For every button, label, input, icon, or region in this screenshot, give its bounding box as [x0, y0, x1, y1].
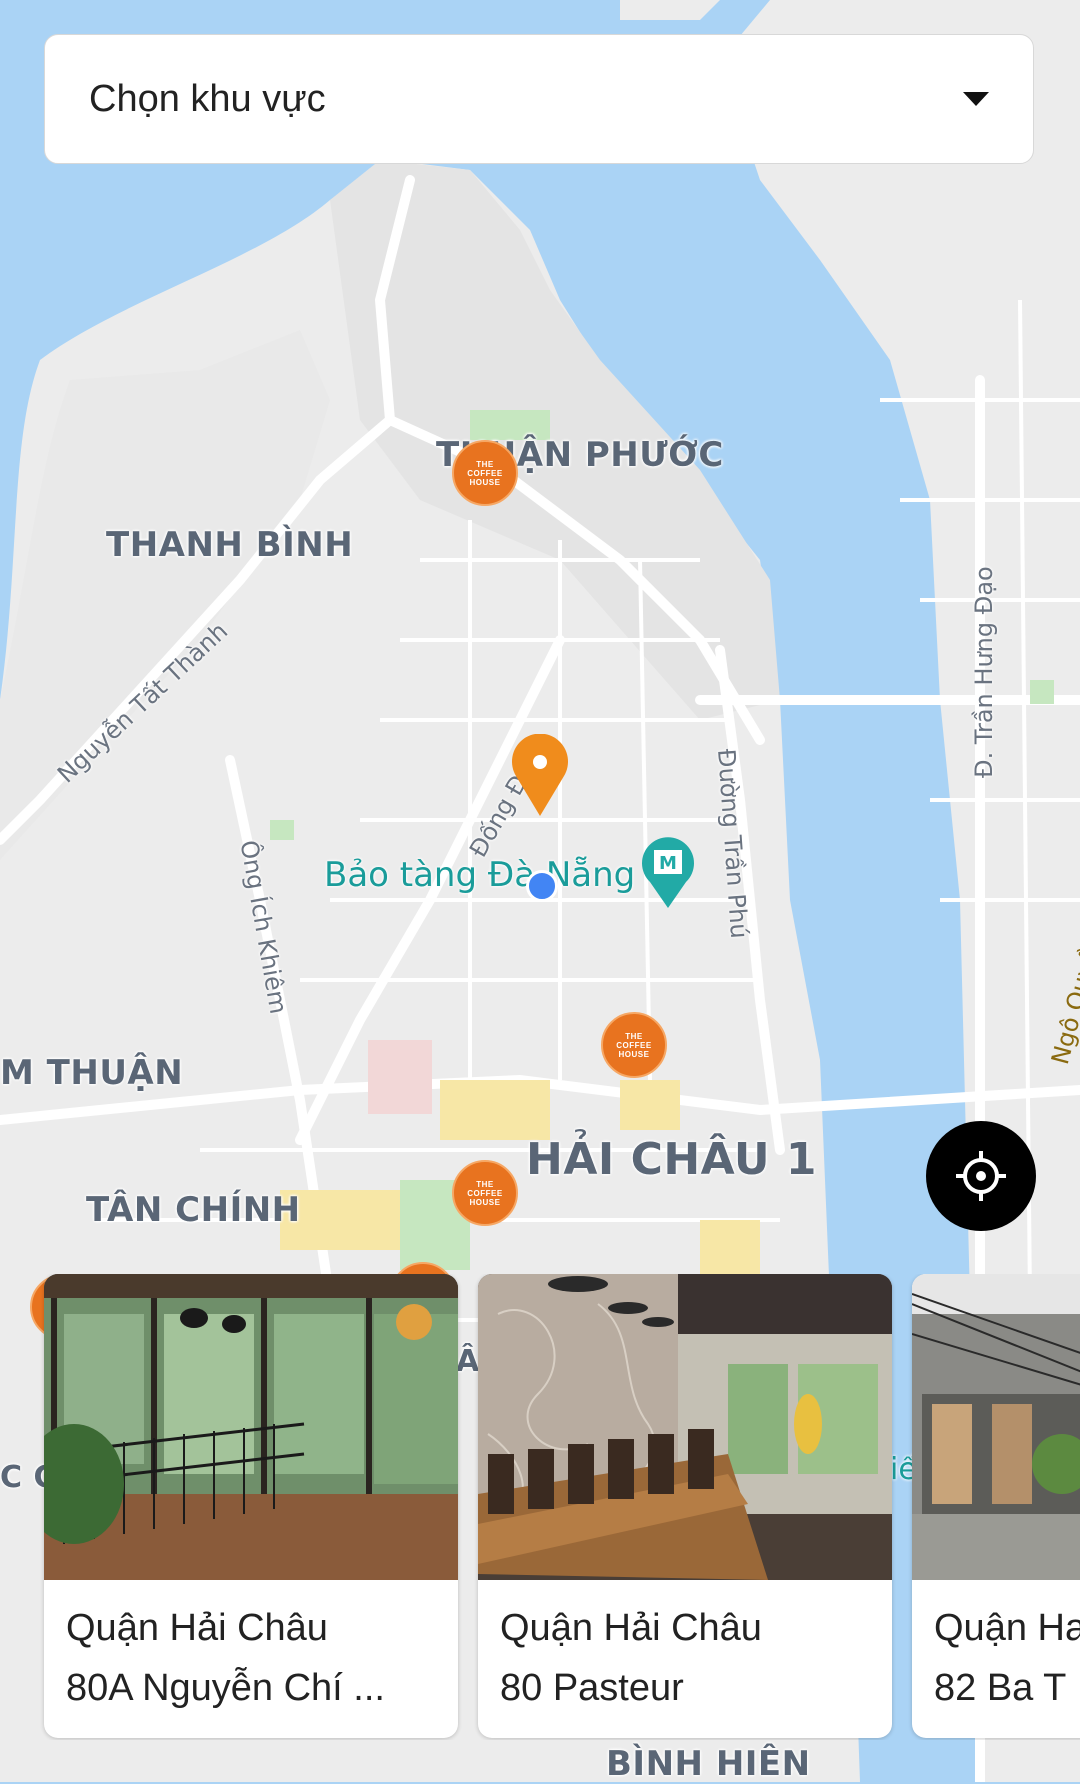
store-photo	[44, 1274, 458, 1580]
district-label-binh-hien: BÌNH HIÊN	[606, 1744, 811, 1784]
museum-icon[interactable]: M	[640, 834, 696, 910]
svg-text:M: M	[659, 853, 677, 874]
store-photo	[478, 1274, 892, 1580]
store-card[interactable]: Quận Hải Châu 80A Nguyễn Chí ...	[44, 1274, 458, 1738]
store-pin-icon[interactable]: THECOFFEEHOUSE	[601, 1012, 667, 1078]
store-card[interactable]: Quận Ha 82 Ba T	[912, 1274, 1080, 1738]
logo-text: COFFEE	[467, 1188, 503, 1198]
my-location-button[interactable]	[926, 1121, 1036, 1231]
poi-label-bao-tang-da-nang: Bảo tàng Đà Nẵng	[324, 855, 636, 895]
logo-text: COFFEE	[616, 1040, 652, 1050]
store-photo	[912, 1274, 1080, 1580]
district-label-m-thuan: M THUẬN	[0, 1053, 184, 1093]
store-address: 80 Pasteur	[500, 1667, 684, 1709]
current-location-dot-icon	[526, 870, 558, 902]
logo-text: HOUSE	[469, 1197, 501, 1207]
region-select-placeholder: Chọn khu vực	[89, 77, 326, 120]
street-label-tran-hung-dao: Đ. Trần Hưng Đạo	[970, 566, 998, 778]
district-label-hai-chau-1: HẢI CHÂU 1	[526, 1134, 818, 1185]
store-address: 82 Ba T	[934, 1667, 1067, 1709]
logo-text: COFFEE	[467, 468, 503, 478]
logo-text: THE	[625, 1031, 643, 1041]
logo-text: HOUSE	[469, 477, 501, 487]
store-pin-icon[interactable]: THECOFFEEHOUSE	[452, 440, 518, 506]
crosshair-icon	[956, 1151, 1006, 1201]
logo-text: HOUSE	[618, 1049, 650, 1059]
selected-store-pin-icon[interactable]	[510, 734, 570, 818]
store-district: Quận Hải Châu	[500, 1607, 762, 1649]
district-label-tan-chinh: TÂN CHÍNH	[86, 1190, 301, 1230]
store-address: 80A Nguyễn Chí ...	[66, 1667, 385, 1709]
district-label-thanh-binh: THANH BÌNH	[106, 525, 354, 565]
store-district: Quận Hải Châu	[66, 1607, 328, 1649]
region-select-dropdown[interactable]: Chọn khu vực	[44, 34, 1034, 164]
store-card-carousel[interactable]: Quận Hải Châu 80A Nguyễn Chí ... Quận Hả…	[0, 1274, 1080, 1740]
store-card[interactable]: Quận Hải Châu 80 Pasteur	[478, 1274, 892, 1738]
chevron-down-icon	[963, 92, 989, 106]
store-district: Quận Ha	[934, 1607, 1080, 1649]
logo-text: THE	[476, 1179, 494, 1189]
logo-text: THE	[476, 459, 494, 469]
store-pin-icon[interactable]: THECOFFEEHOUSE	[452, 1160, 518, 1226]
